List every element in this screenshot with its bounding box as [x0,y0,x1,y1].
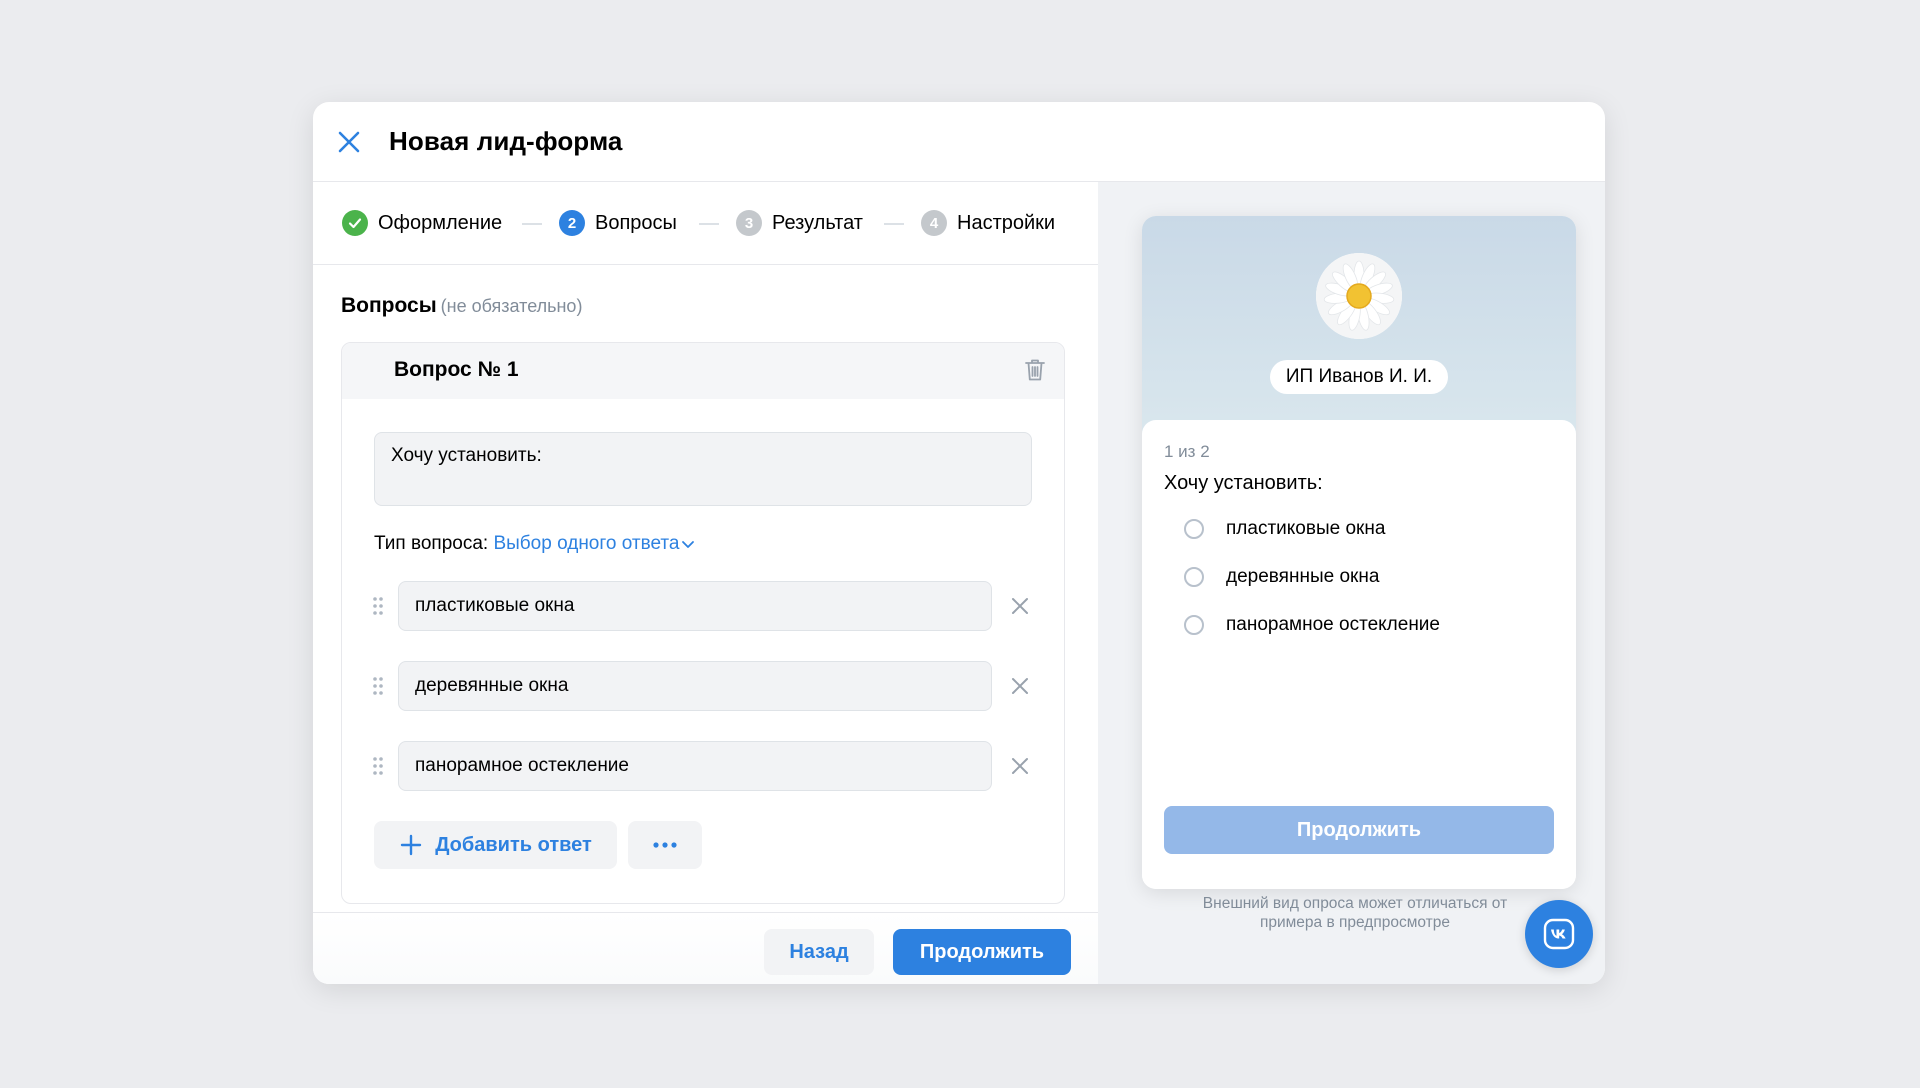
radio-button[interactable] [1184,615,1204,635]
drag-handle-icon[interactable] [370,755,386,777]
modal-title: Новая лид-форма [389,126,623,156]
add-answer-label: Добавить ответ [435,833,592,856]
preview-option[interactable]: пластиковые окна [1184,518,1385,540]
preview-question: Хочу установить: [1164,472,1323,494]
add-answer-button[interactable]: Добавить ответ [374,821,617,869]
step-result[interactable]: 3 Результат [736,208,863,238]
preview-body: 1 из 2 Хочу установить: пластиковые окна… [1142,420,1576,889]
step-label: Оформление [378,211,503,234]
drag-handle-icon[interactable] [370,595,386,617]
step-label: Результат [772,211,863,234]
step-label: Настройки [957,211,1056,234]
question-type-value: Выбор одного ответа [493,533,680,554]
step-number: 3 [736,210,762,236]
preview-option-label: деревянные окна [1226,566,1380,587]
modal-header: Новая лид-форма [313,102,1605,182]
preview-option[interactable]: панорамное остекление [1184,614,1440,636]
daisy-icon [1316,253,1402,339]
preview-panel: ИП Иванов И. И. 1 из 2 Хочу установить: … [1098,182,1605,984]
answer-row: деревянные окна [370,661,1050,711]
check-icon [342,210,368,236]
answer-row: панорамное остекление [370,741,1050,791]
remove-answer-icon[interactable] [1008,754,1032,778]
more-icon [653,842,677,848]
step-settings[interactable]: 4 Настройки [921,208,1055,238]
form-preview: ИП Иванов И. И. 1 из 2 Хочу установить: … [1142,216,1576,889]
question-title: Вопрос № 1 [394,358,519,381]
question-header: Вопрос № 1 [342,343,1064,399]
editor-panel: Оформление 2 Вопросы 3 Результат 4 Настр… [313,182,1098,984]
answer-row: пластиковые окна [370,581,1050,631]
preview-notice: Внешний вид опроса может отличаться от п… [1202,895,1508,931]
step-divider [699,223,719,225]
continue-button[interactable]: Продолжить [893,929,1071,975]
chevron-down-icon [682,541,695,548]
step-label: Вопросы [595,211,677,234]
section-title: Вопросы (не обязательно) [341,294,582,318]
preview-continue-button[interactable]: Продолжить [1164,806,1554,854]
avatar [1316,253,1402,339]
preview-option-label: панорамное остекление [1226,614,1440,635]
back-button[interactable]: Назад [764,929,874,975]
remove-answer-icon[interactable] [1008,674,1032,698]
lead-form-modal: Новая лид-форма Оформление 2 Вопросы 3 Р… [313,102,1605,984]
step-divider [884,223,904,225]
preview-option-label: пластиковые окна [1226,518,1386,539]
step-number: 2 [559,210,585,236]
section-title-text: Вопросы [341,294,437,317]
remove-answer-icon[interactable] [1008,594,1032,618]
trash-icon[interactable] [1022,357,1048,383]
question-type-dropdown[interactable]: Выбор одного ответа [493,533,695,554]
vk-logo-button[interactable] [1525,900,1593,968]
question-type: Тип вопроса: Выбор одного ответа [374,533,695,555]
step-questions[interactable]: 2 Вопросы [559,208,677,238]
answer-input[interactable]: деревянные окна [398,661,992,711]
stepper: Оформление 2 Вопросы 3 Результат 4 Настр… [313,182,1098,265]
question-text-field[interactable]: Хочу установить: [374,432,1032,506]
step-divider [522,223,542,225]
answer-input[interactable]: панорамное остекление [398,741,992,791]
question-card: Вопрос № 1 Хочу установить: Тип вопроса:… [341,342,1065,904]
more-button[interactable] [628,821,702,869]
radio-button[interactable] [1184,519,1204,539]
close-icon [338,131,360,153]
drag-handle-icon[interactable] [370,675,386,697]
question-type-label: Тип вопроса: [374,533,489,554]
vk-logo-icon [1543,918,1575,950]
answer-input[interactable]: пластиковые окна [398,581,992,631]
close-button[interactable] [333,126,365,158]
plus-icon [400,834,422,856]
step-design[interactable]: Оформление [342,208,502,238]
question-counter: 1 из 2 [1164,442,1210,461]
step-number: 4 [921,210,947,236]
company-name: ИП Иванов И. И. [1270,360,1448,394]
section-hint: (не обязательно) [440,296,583,316]
radio-button[interactable] [1184,567,1204,587]
modal-footer: Назад Продолжить [313,912,1098,984]
preview-option[interactable]: деревянные окна [1184,566,1379,588]
